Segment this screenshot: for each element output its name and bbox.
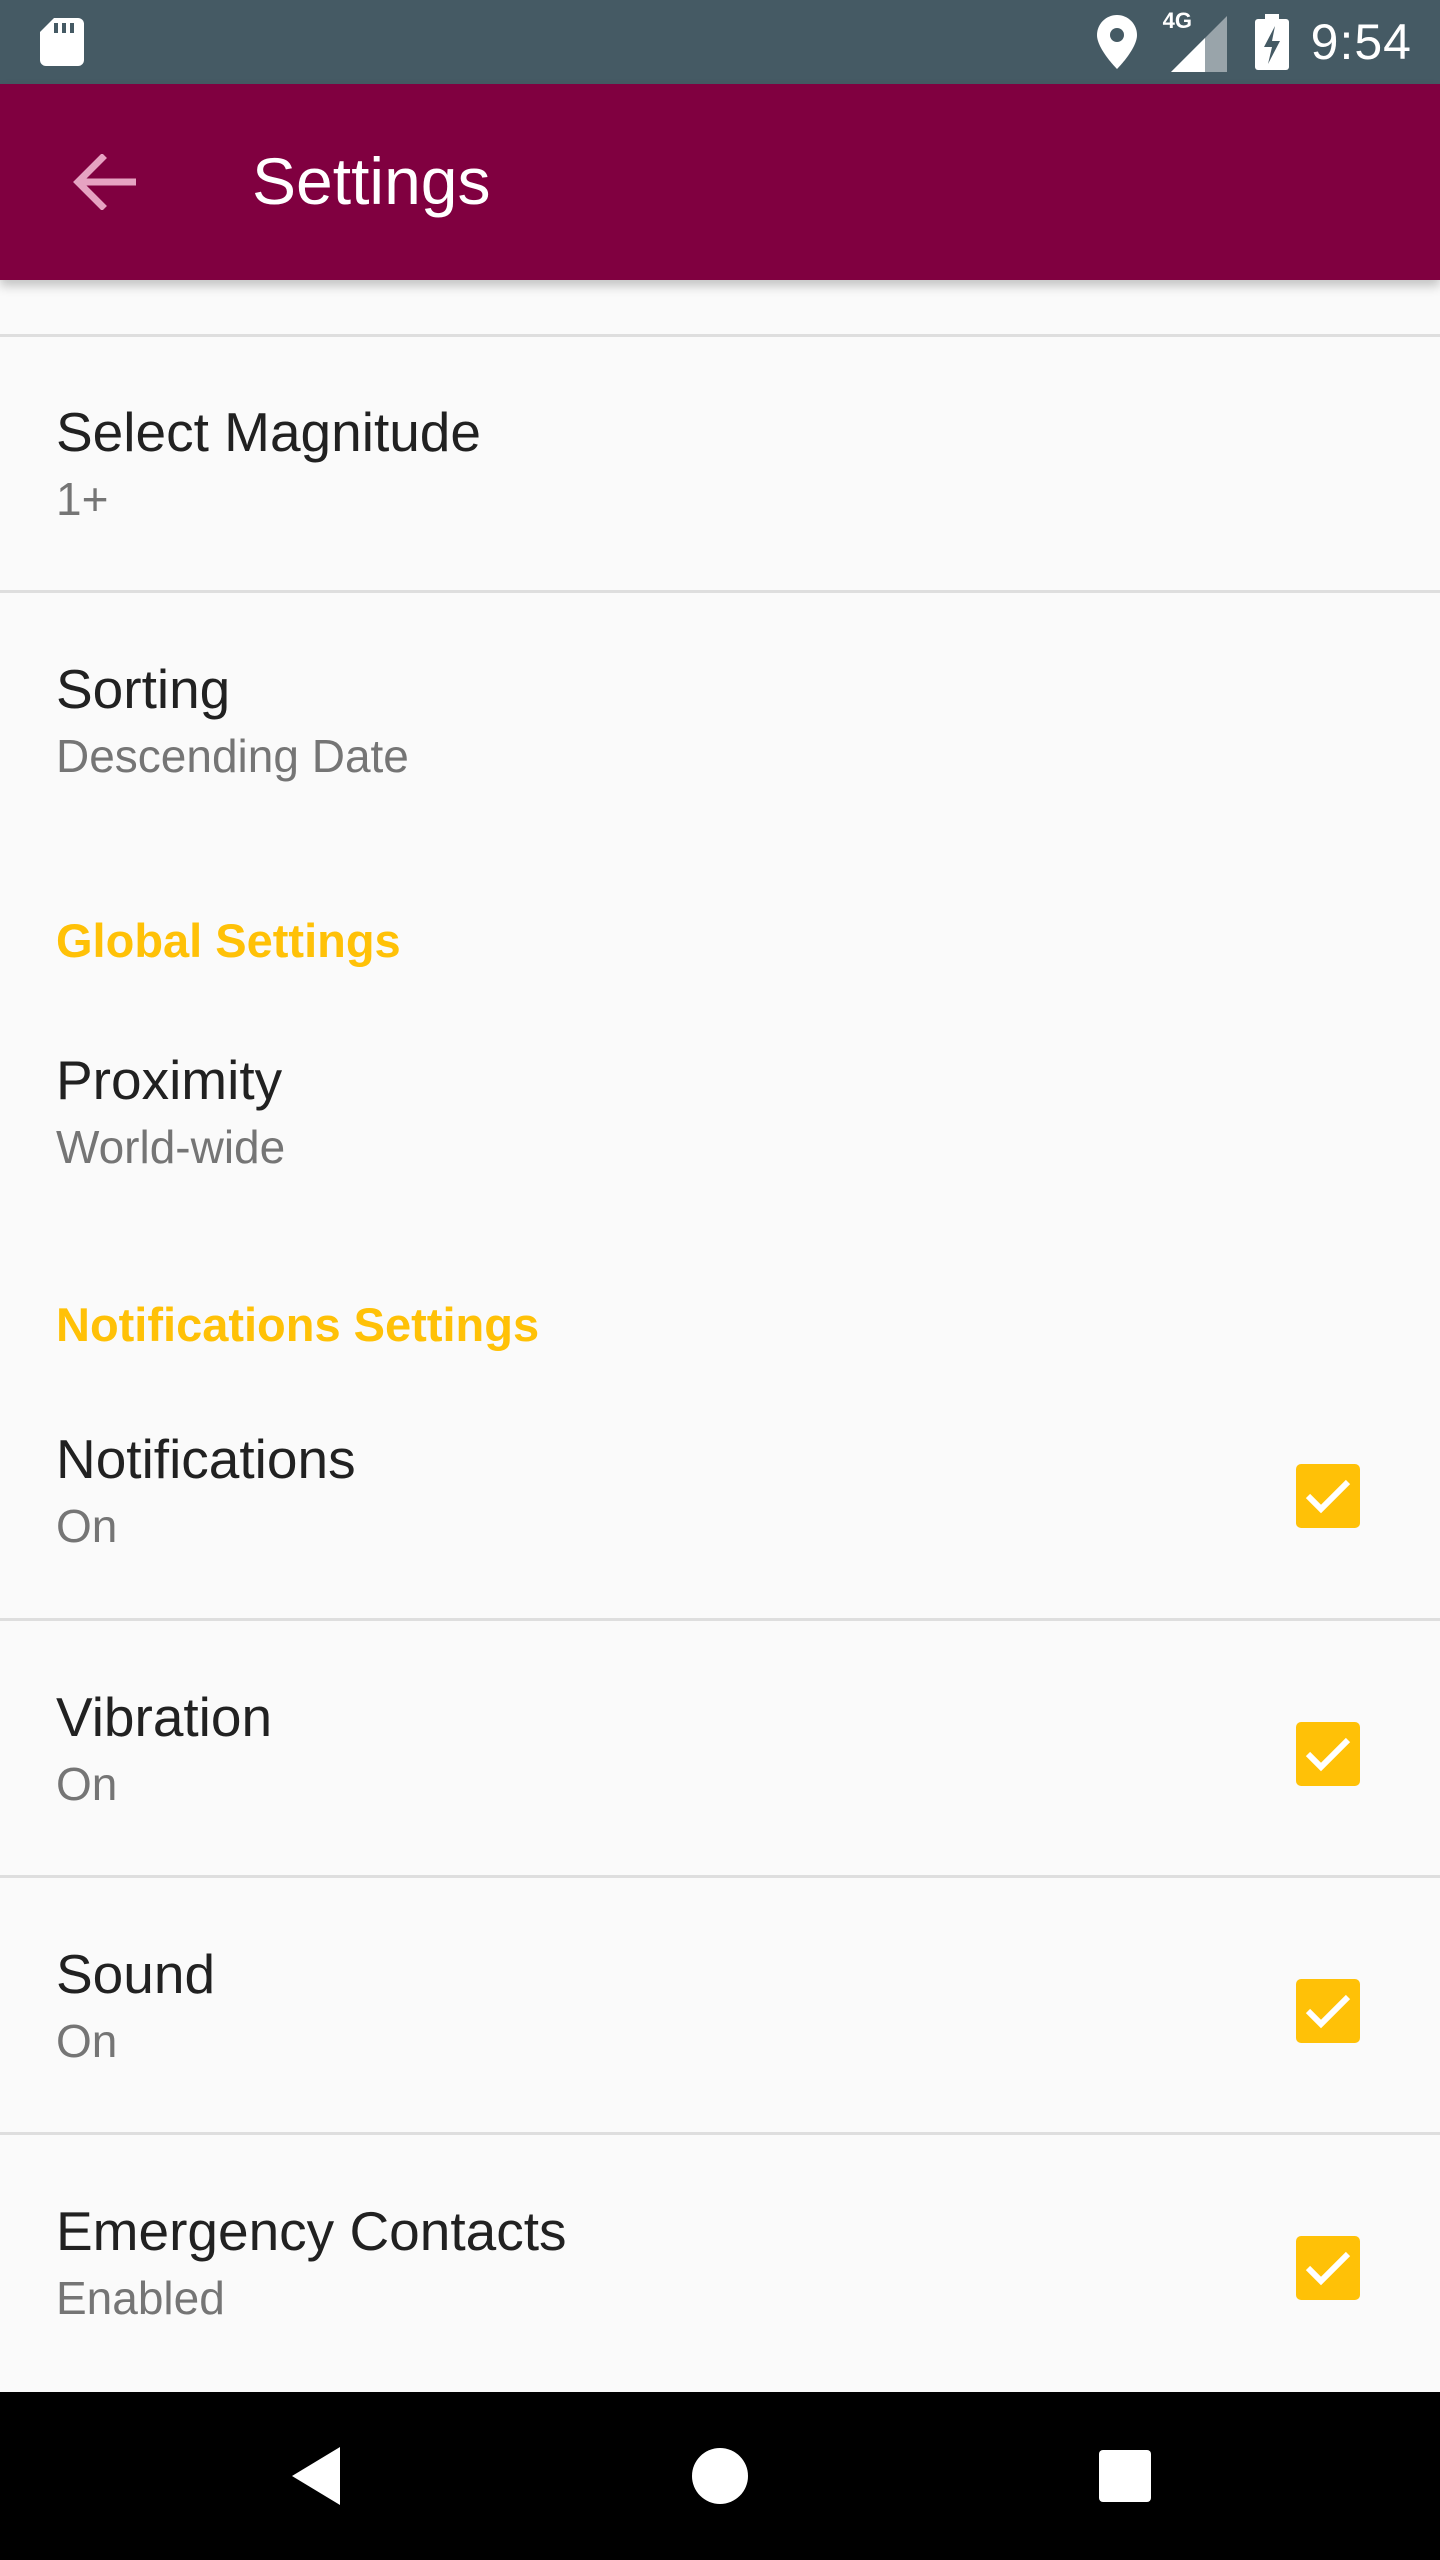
pref-title: Sound xyxy=(56,1943,216,2005)
checkmark-icon xyxy=(1305,1994,1351,2029)
emergency-contacts-checkbox[interactable] xyxy=(1296,2236,1360,2300)
navigation-bar xyxy=(0,2392,1440,2560)
app-bar: Settings xyxy=(0,84,1440,280)
sd-card-icon xyxy=(40,18,84,66)
pref-summary: 1+ xyxy=(56,473,109,525)
notifications-checkbox[interactable] xyxy=(1296,1464,1360,1528)
pref-select-magnitude[interactable]: Select Magnitude 1+ xyxy=(0,337,1440,590)
pref-summary: World-wide xyxy=(56,1121,286,1173)
nav-back-icon xyxy=(292,2447,340,2505)
nav-home-button[interactable] xyxy=(670,2426,770,2526)
battery-charging-icon xyxy=(1254,14,1289,70)
pref-title: Sorting xyxy=(56,658,231,720)
pref-title: Notifications xyxy=(56,1428,356,1490)
nav-recents-button[interactable] xyxy=(1075,2426,1175,2526)
pref-summary: On xyxy=(56,2015,118,2067)
pref-summary: On xyxy=(56,1758,118,1810)
back-button[interactable] xyxy=(56,134,152,230)
nav-home-icon xyxy=(692,2448,748,2504)
location-icon xyxy=(1096,15,1137,69)
signal-icon: 4G xyxy=(1163,8,1227,72)
nav-recents-icon xyxy=(1099,2450,1151,2502)
pref-summary: Descending Date xyxy=(56,730,409,782)
pref-sorting[interactable]: Sorting Descending Date xyxy=(0,593,1440,813)
pref-title: Emergency Contacts xyxy=(56,2200,567,2262)
category-global-settings: Global Settings xyxy=(56,914,401,967)
category-notifications-settings: Notifications Settings xyxy=(56,1298,540,1351)
pref-notifications[interactable]: Notifications On xyxy=(0,1380,1440,1618)
settings-list[interactable]: Select Magnitude 1+ Sorting Descending D… xyxy=(0,280,1440,2392)
pref-emergency-contacts[interactable]: Emergency Contacts Enabled xyxy=(0,2135,1440,2392)
arrow-back-icon xyxy=(73,154,136,210)
pref-sound[interactable]: Sound On xyxy=(0,1878,1440,2132)
pref-proximity[interactable]: Proximity World-wide xyxy=(0,990,1440,1210)
status-bar: 4G 9:54 xyxy=(0,0,1440,84)
pref-title: Select Magnitude xyxy=(56,401,481,463)
clock-time: 9:54 xyxy=(1310,14,1412,70)
nav-back-button[interactable] xyxy=(266,2426,366,2526)
checkmark-icon xyxy=(1305,2251,1351,2286)
page-title: Settings xyxy=(252,144,491,218)
sound-checkbox[interactable] xyxy=(1296,1979,1360,2043)
pref-title: Vibration xyxy=(56,1686,273,1748)
vibration-checkbox[interactable] xyxy=(1296,1722,1360,1786)
pref-vibration[interactable]: Vibration On xyxy=(0,1621,1440,1875)
pref-title: Proximity xyxy=(56,1049,283,1111)
pref-summary: On xyxy=(56,1500,118,1552)
pref-summary: Enabled xyxy=(56,2272,225,2324)
checkmark-icon xyxy=(1305,1737,1351,1772)
checkmark-icon xyxy=(1305,1479,1351,1514)
network-type-label: 4G xyxy=(1162,8,1193,33)
